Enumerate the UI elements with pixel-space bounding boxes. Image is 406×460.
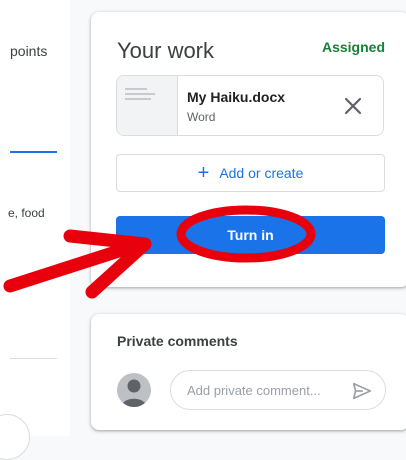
- comment-field[interactable]: [170, 370, 386, 410]
- private-comment-input[interactable]: [187, 380, 347, 400]
- send-icon[interactable]: [351, 380, 373, 402]
- private-comments-card: Private comments: [91, 314, 406, 430]
- attachment-chip[interactable]: My Haiku.docx Word: [116, 75, 384, 136]
- divider: [10, 358, 57, 359]
- your-work-title: Your work: [117, 38, 215, 63]
- status-badge: Assigned: [321, 39, 385, 55]
- attachment-type: Word: [187, 110, 216, 124]
- instructions-text: e, food: [8, 206, 45, 220]
- avatar: [117, 373, 151, 407]
- private-comments-title: Private comments: [117, 333, 238, 349]
- points-label: points: [10, 43, 48, 59]
- tab-underline: [10, 151, 57, 153]
- round-button[interactable]: [0, 414, 30, 460]
- person-icon: [121, 379, 147, 407]
- add-or-create-label: Add or create: [219, 165, 304, 181]
- add-or-create-button[interactable]: + Add or create: [116, 154, 385, 192]
- turn-in-button[interactable]: Turn in: [116, 216, 385, 254]
- attachment-name: My Haiku.docx: [187, 89, 286, 105]
- turn-in-label: Turn in: [227, 227, 274, 243]
- close-icon[interactable]: [341, 94, 365, 118]
- left-panel: points e, food: [0, 0, 70, 460]
- plus-icon: +: [197, 162, 210, 184]
- your-work-card: Your work Assigned My Haiku.docx Word + …: [91, 12, 406, 287]
- document-thumbnail: [117, 76, 178, 135]
